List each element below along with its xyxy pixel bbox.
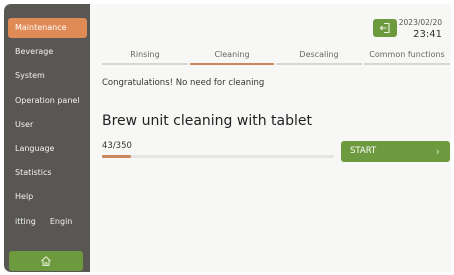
tab-label: Common functions [369,50,445,59]
date-display: 2023/02/20 [398,18,442,27]
sidebar-item-label: Operation panel [15,96,80,105]
time-display: 23:41 [413,29,442,40]
sidebar: Maintenance Beverage System Operation pa… [4,4,90,272]
sidebar-item-system[interactable]: System [8,66,87,86]
cleaning-progress-bar [102,155,334,158]
sidebar-item-label: Statistics [15,168,52,177]
logout-button[interactable] [373,19,397,37]
sidebar-item-user[interactable]: User [8,115,87,135]
start-button[interactable]: START › [341,141,450,162]
home-icon [41,256,51,267]
sidebar-item-label: itting [15,217,36,226]
tab-underline [190,63,274,65]
tab-rinsing[interactable]: Rinsing [102,49,188,65]
sidebar-item-setting-engineer[interactable]: itting Engin [8,212,87,232]
sidebar-item-label: User [15,120,34,129]
cycle-counter: 43/350 [102,141,132,151]
sidebar-item-beverage[interactable]: Beverage [8,42,87,62]
sidebar-item-label: System [15,71,45,80]
sidebar-item-label: Help [15,192,34,201]
sidebar-item-language[interactable]: Language [8,139,87,159]
tab-common-functions[interactable]: Common functions [364,49,450,65]
chevron-right-icon: › [435,145,440,158]
sidebar-item-operation-panel[interactable]: Operation panel [8,91,87,111]
status-message: Congratulations! No need for cleaning [102,78,265,88]
tab-descaling[interactable]: Descaling [276,49,362,65]
tab-underline [276,63,362,65]
start-button-label: START [350,146,377,156]
tab-underline [102,63,188,65]
sidebar-item-label-extra: Engin [49,217,73,226]
page-title: Brew unit cleaning with tablet [102,113,312,129]
tab-underline [364,63,450,65]
sidebar-item-statistics[interactable]: Statistics [8,163,87,183]
tab-label: Descaling [299,50,339,59]
sidebar-item-maintenance[interactable]: Maintenance [8,18,87,38]
tab-cleaning[interactable]: Cleaning [190,49,274,65]
logout-icon [379,22,390,34]
sidebar-item-help[interactable]: Help [8,187,87,207]
progress-fill [102,155,131,158]
home-button[interactable] [9,251,83,271]
tab-label: Rinsing [130,50,160,59]
sidebar-item-label: Maintenance [15,23,67,32]
sidebar-item-label: Beverage [15,47,54,56]
tab-label: Cleaning [214,50,250,59]
sidebar-item-label: Language [15,144,55,153]
